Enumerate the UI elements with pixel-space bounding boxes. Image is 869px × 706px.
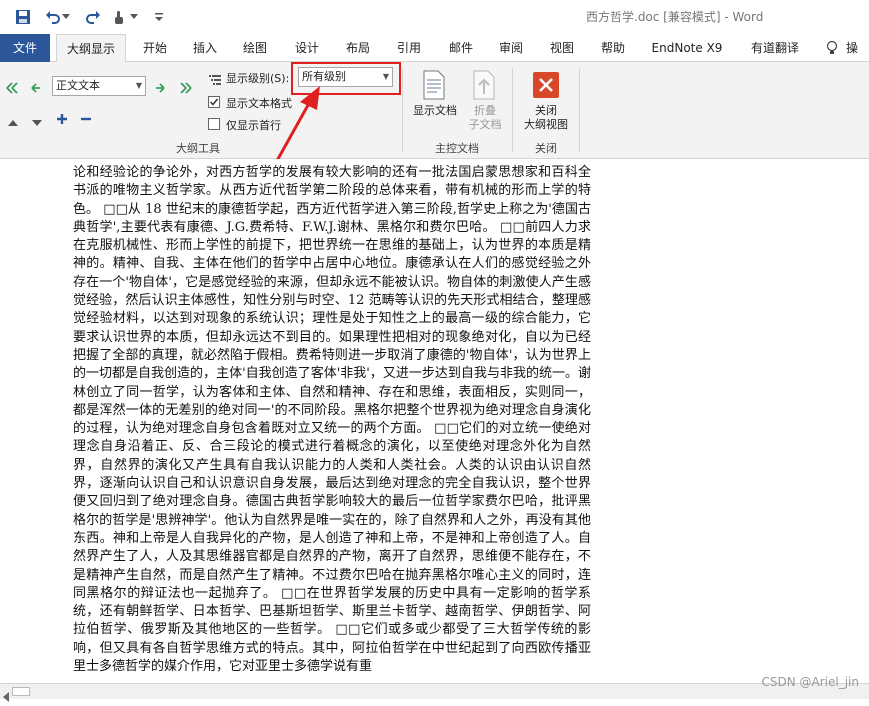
- scroll-thumb[interactable]: [12, 687, 30, 696]
- demote-icon[interactable]: [154, 79, 166, 98]
- tab-outline[interactable]: 大纲显示: [56, 34, 126, 63]
- tab-insert[interactable]: 插入: [184, 34, 226, 62]
- move-up-icon[interactable]: [8, 112, 18, 131]
- ribbon: 正文文本 ▼ 显示级别(S): 所有级别 ▼ 显示文本格式 仅显示首行 大纲工具…: [0, 62, 869, 159]
- horizontal-scrollbar[interactable]: [0, 683, 869, 702]
- outline-level-value: 正文文本: [56, 79, 100, 92]
- outline-tools-group-label: 大纲工具: [176, 142, 220, 155]
- redo-icon[interactable]: [82, 7, 104, 27]
- promote-icon[interactable]: [30, 79, 42, 98]
- ribbon-tab-bar: 文件 大纲显示 开始 插入 绘图 设计 布局 引用 邮件 审阅 视图 帮助 En…: [0, 34, 869, 63]
- show-document-icon[interactable]: [422, 70, 446, 104]
- customize-qat-icon[interactable]: [148, 7, 170, 27]
- collapse-label-line2: 子文档: [468, 118, 502, 131]
- tab-home[interactable]: 开始: [134, 34, 176, 62]
- tab-mailings[interactable]: 邮件: [440, 34, 482, 62]
- first-line-only-label: 仅显示首行: [226, 119, 281, 132]
- tab-file[interactable]: 文件: [0, 34, 50, 62]
- tab-layout[interactable]: 布局: [337, 34, 379, 62]
- tab-view[interactable]: 视图: [541, 34, 583, 62]
- watermark: CSDN @Ariel_jin: [761, 675, 860, 689]
- close-label-line2: 大纲视图: [524, 118, 568, 131]
- show-document-button[interactable]: 显示文档: [408, 104, 462, 118]
- close-outline-view-button[interactable]: 关闭 大纲视图: [516, 104, 576, 132]
- touch-mode-icon[interactable]: [108, 7, 130, 27]
- tab-endnote[interactable]: EndNote X9: [644, 34, 730, 62]
- document-area[interactable]: 论和经验论的争论外，对西方哲学的发展有较大影响的还有一批法国启蒙思想家和百科全书…: [0, 159, 869, 683]
- promote-to-heading-icon[interactable]: [6, 79, 22, 98]
- close-label-line1: 关闭: [535, 104, 557, 117]
- tab-references[interactable]: 引用: [388, 34, 430, 62]
- master-document-group-label: 主控文档: [435, 142, 479, 155]
- document-paragraph[interactable]: 论和经验论的争论外，对西方哲学的发展有较大影响的还有一批法国启蒙思想家和百科全书…: [73, 164, 591, 676]
- expand-icon[interactable]: [56, 110, 68, 129]
- collapse-subdocuments-button: 折叠 子文档: [462, 104, 508, 132]
- show-text-format-label: 显示文本格式: [226, 97, 292, 110]
- move-down-icon[interactable]: [32, 112, 42, 131]
- tab-review[interactable]: 审阅: [490, 34, 532, 62]
- tab-draw[interactable]: 绘图: [234, 34, 276, 62]
- highlight-box: [291, 62, 401, 95]
- show-level-label: 显示级别(S):: [226, 72, 290, 85]
- tab-design[interactable]: 设计: [286, 34, 328, 62]
- show-level-icon: [208, 71, 222, 90]
- lightbulb-icon[interactable]: [822, 34, 842, 62]
- outline-level-select[interactable]: 正文文本 ▼: [52, 76, 146, 96]
- group-divider: [579, 68, 580, 152]
- tab-youdao[interactable]: 有道翻译: [740, 34, 810, 62]
- scroll-left-icon[interactable]: [2, 687, 10, 706]
- chevron-down-icon: ▼: [135, 81, 142, 90]
- title-bar: 西方哲学.doc [兼容模式] - Word: [0, 0, 869, 34]
- collapse-icon[interactable]: [80, 110, 92, 129]
- window-title: 西方哲学.doc [兼容模式] - Word: [586, 10, 764, 24]
- touch-dropdown-icon[interactable]: [128, 7, 140, 27]
- show-text-format-checkbox[interactable]: [208, 96, 220, 108]
- undo-dropdown-icon[interactable]: [60, 7, 72, 27]
- demote-to-body-icon[interactable]: [176, 79, 192, 98]
- save-icon[interactable]: [12, 7, 34, 27]
- close-outline-icon[interactable]: [533, 72, 559, 102]
- close-group-label: 关闭: [535, 142, 557, 155]
- collapse-subdocuments-icon: [472, 70, 496, 104]
- tab-tell-me[interactable]: 操: [846, 34, 869, 62]
- first-line-only-checkbox[interactable]: [208, 118, 220, 130]
- collapse-label-line1: 折叠: [474, 104, 496, 117]
- tab-help[interactable]: 帮助: [592, 34, 634, 62]
